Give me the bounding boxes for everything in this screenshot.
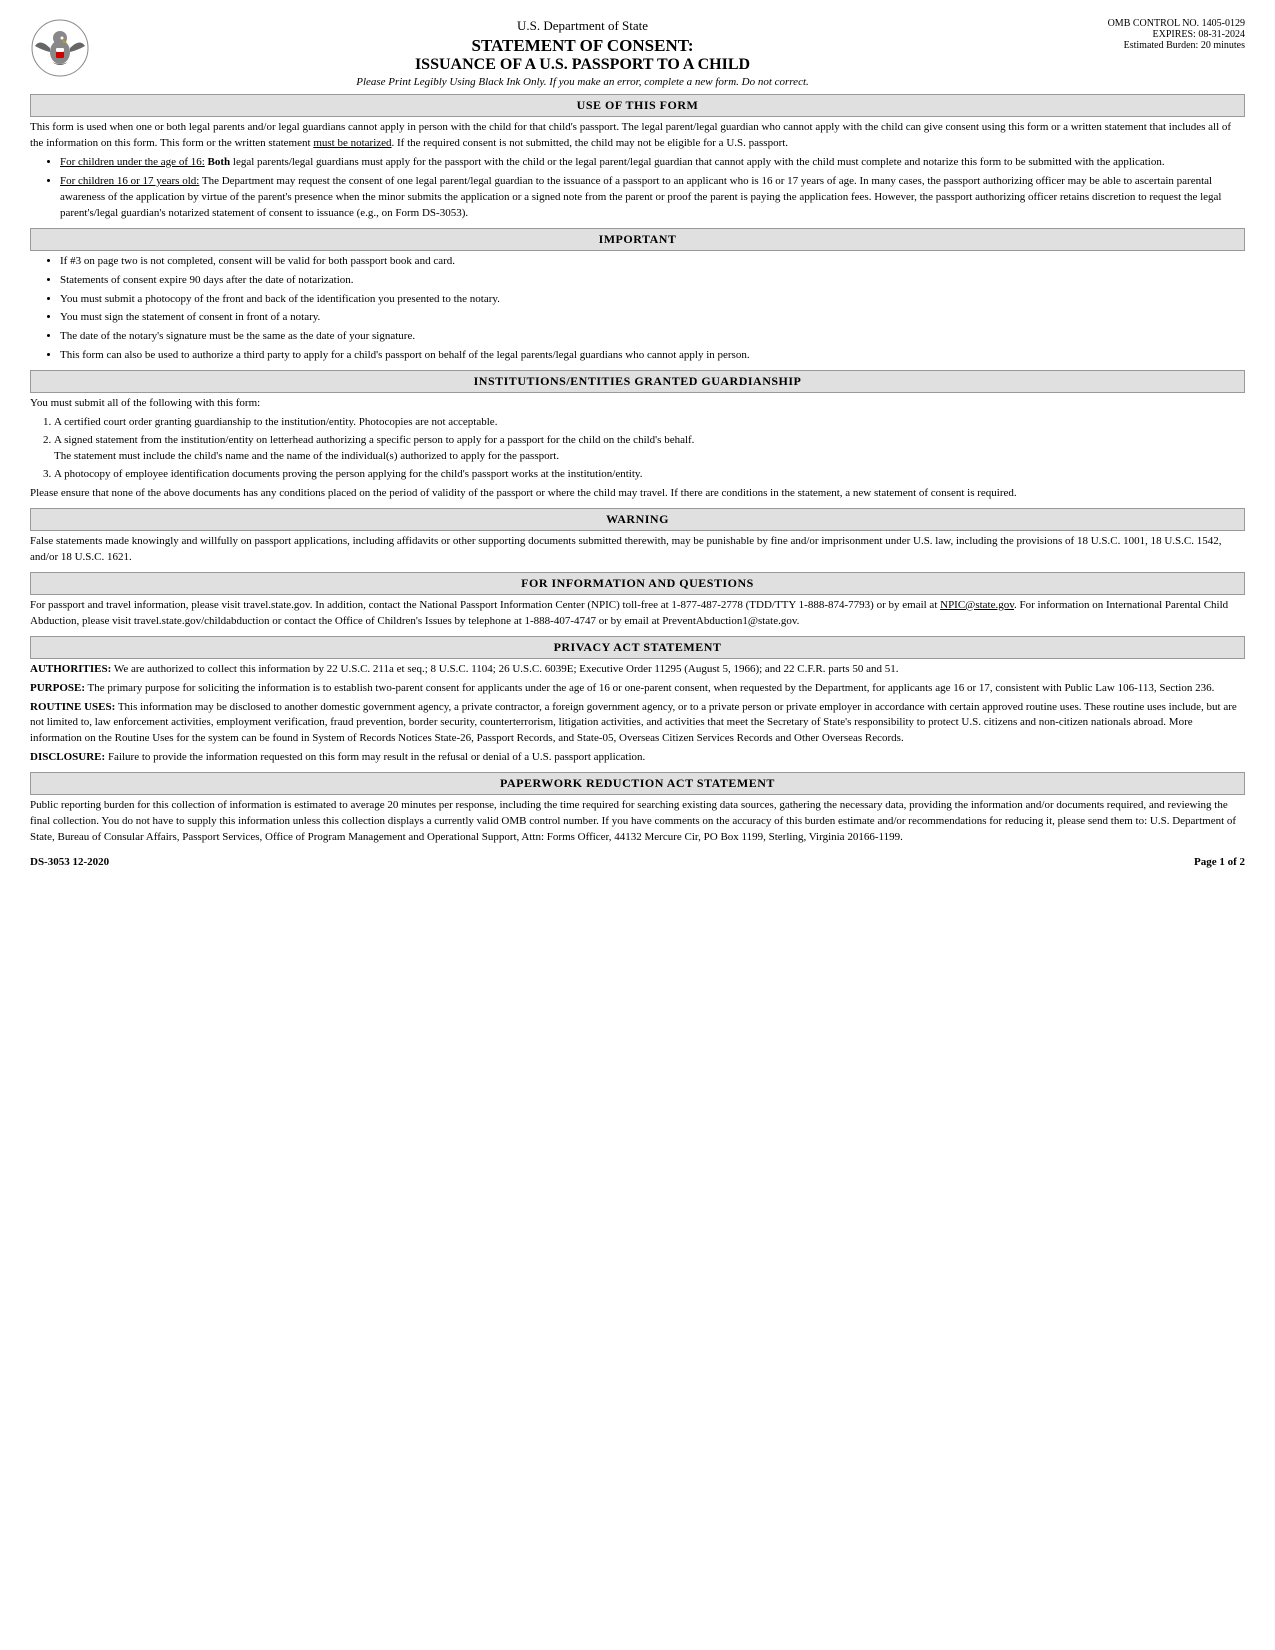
eagle-icon bbox=[30, 18, 90, 78]
privacy-disclosure: DISCLOSURE: Failure to provide the infor… bbox=[30, 750, 1245, 766]
important-body: If #3 on page two is not completed, cons… bbox=[30, 254, 1245, 365]
important-bullet-2: Statements of consent expire 90 days aft… bbox=[60, 273, 1245, 289]
header-note: Please Print Legibly Using Black Ink Onl… bbox=[100, 76, 1065, 88]
information-text: For passport and travel information, ple… bbox=[30, 598, 1245, 630]
institutions-header: INSTITUTIONS/ENTITIES GRANTED GUARDIANSH… bbox=[30, 370, 1245, 393]
paperwork-header: PAPERWORK REDUCTION ACT STATEMENT bbox=[30, 772, 1245, 795]
privacy-authorities: AUTHORITIES: We are authorized to collec… bbox=[30, 662, 1245, 678]
omb-line1: OMB CONTROL NO. 1405-0129 bbox=[1065, 18, 1245, 29]
institutions-closing: Please ensure that none of the above doc… bbox=[30, 486, 1245, 502]
use-of-form-bullet-2: For children 16 or 17 years old: The Dep… bbox=[60, 174, 1245, 222]
important-bullet-4: You must sign the statement of consent i… bbox=[60, 310, 1245, 326]
information-header: FOR INFORMATION AND QUESTIONS bbox=[30, 572, 1245, 595]
header-center: U.S. Department of State STATEMENT OF CO… bbox=[100, 18, 1065, 88]
sub-title: ISSUANCE OF A U.S. PASSPORT TO A CHILD bbox=[100, 56, 1065, 74]
privacy-header: PRIVACY ACT STATEMENT bbox=[30, 636, 1245, 659]
dept-name: U.S. Department of State bbox=[100, 18, 1065, 34]
privacy-body: AUTHORITIES: We are authorized to collec… bbox=[30, 662, 1245, 767]
privacy-purpose: PURPOSE: The primary purpose for solicit… bbox=[30, 681, 1245, 697]
information-body: For passport and travel information, ple… bbox=[30, 598, 1245, 630]
logo-area bbox=[30, 18, 100, 81]
form-number: DS-3053 12-2020 bbox=[30, 856, 109, 868]
omb-line3: Estimated Burden: 20 minutes bbox=[1065, 40, 1245, 51]
warning-header: WARNING bbox=[30, 508, 1245, 531]
institutions-item-3: A photocopy of employee identification d… bbox=[54, 467, 1245, 483]
paperwork-body: Public reporting burden for this collect… bbox=[30, 798, 1245, 846]
important-bullet-5: The date of the notary's signature must … bbox=[60, 329, 1245, 345]
institutions-list: A certified court order granting guardia… bbox=[54, 415, 1245, 483]
page-number: Page 1 of 2 bbox=[1194, 856, 1245, 868]
page-header: U.S. Department of State STATEMENT OF CO… bbox=[30, 18, 1245, 88]
omb-line2: EXPIRES: 08-31-2024 bbox=[1065, 29, 1245, 40]
omb-area: OMB CONTROL NO. 1405-0129 EXPIRES: 08-31… bbox=[1065, 18, 1245, 51]
important-header: IMPORTANT bbox=[30, 228, 1245, 251]
use-of-form-body: This form is used when one or both legal… bbox=[30, 120, 1245, 222]
important-bullet-1: If #3 on page two is not completed, cons… bbox=[60, 254, 1245, 270]
institutions-intro: You must submit all of the following wit… bbox=[30, 396, 1245, 412]
institutions-item-1: A certified court order granting guardia… bbox=[54, 415, 1245, 431]
important-bullet-3: You must submit a photocopy of the front… bbox=[60, 292, 1245, 308]
main-title: STATEMENT OF CONSENT: bbox=[100, 36, 1065, 56]
institutions-body: You must submit all of the following wit… bbox=[30, 396, 1245, 502]
paperwork-text: Public reporting burden for this collect… bbox=[30, 798, 1245, 846]
privacy-routine: ROUTINE USES: This information may be di… bbox=[30, 700, 1245, 748]
warning-text: False statements made knowingly and will… bbox=[30, 534, 1245, 566]
institutions-item-2: A signed statement from the institution/… bbox=[54, 433, 1245, 465]
warning-body: False statements made knowingly and will… bbox=[30, 534, 1245, 566]
use-of-form-intro: This form is used when one or both legal… bbox=[30, 120, 1245, 152]
page-footer: DS-3053 12-2020 Page 1 of 2 bbox=[30, 856, 1245, 868]
important-bullet-6: This form can also be used to authorize … bbox=[60, 348, 1245, 364]
important-list: If #3 on page two is not completed, cons… bbox=[60, 254, 1245, 365]
use-of-form-list: For children under the age of 16: Both l… bbox=[60, 155, 1245, 222]
use-of-form-header: USE OF THIS FORM bbox=[30, 94, 1245, 117]
use-of-form-bullet-1: For children under the age of 16: Both l… bbox=[60, 155, 1245, 171]
